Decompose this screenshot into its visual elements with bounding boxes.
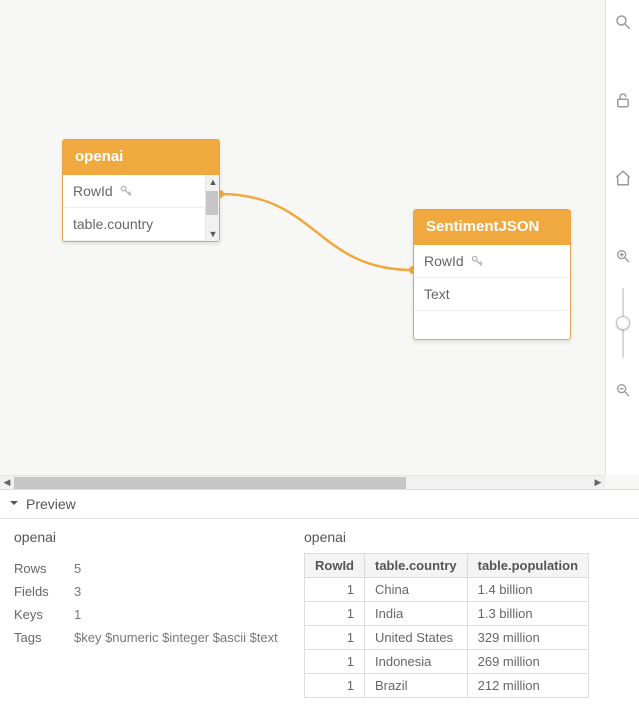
home-icon[interactable] bbox=[611, 166, 635, 190]
table-header-cell[interactable]: table.country bbox=[365, 554, 468, 578]
meta-value: 1 bbox=[74, 607, 81, 622]
meta-value: $key $numeric $integer $ascii $text bbox=[74, 630, 278, 645]
meta-row: Fields 3 bbox=[14, 580, 286, 603]
table-cell: Indonesia bbox=[365, 650, 468, 674]
table-cell: China bbox=[365, 578, 468, 602]
meta-label: Keys bbox=[14, 607, 56, 622]
table-header-cell[interactable]: table.population bbox=[467, 554, 588, 578]
node-field-rowid[interactable]: RowId bbox=[414, 245, 570, 278]
scroll-down-button[interactable]: ▼ bbox=[206, 227, 220, 241]
node-field-text[interactable]: Text bbox=[414, 278, 570, 311]
preview-data-title: openai bbox=[304, 529, 629, 545]
scroll-track[interactable] bbox=[14, 476, 591, 490]
scroll-left-button[interactable]: ◀ bbox=[0, 476, 14, 490]
scroll-thumb[interactable] bbox=[206, 191, 218, 215]
meta-label: Rows bbox=[14, 561, 56, 576]
table-header-cell[interactable]: RowId bbox=[305, 554, 365, 578]
preview-table: RowIdtable.countrytable.population 1Chin… bbox=[304, 553, 589, 698]
node-title: SentimentJSON bbox=[414, 210, 570, 245]
table-cell: 1.4 billion bbox=[467, 578, 588, 602]
table-cell: 1 bbox=[305, 578, 365, 602]
meta-row: Keys 1 bbox=[14, 603, 286, 626]
search-icon[interactable] bbox=[611, 10, 635, 34]
node-openai[interactable]: openai RowId table.country bbox=[62, 139, 220, 242]
preview-meta: openai Rows 5 Fields 3 Keys 1 Tags $key $numeri… bbox=[0, 519, 300, 721]
table-row[interactable]: 1Brazil212 million bbox=[305, 674, 589, 698]
scroll-thumb[interactable] bbox=[14, 477, 406, 489]
diagram-canvas[interactable]: openai RowId table.country bbox=[0, 0, 605, 475]
meta-value: 3 bbox=[74, 584, 81, 599]
table-cell: 1 bbox=[305, 626, 365, 650]
unlock-icon[interactable] bbox=[611, 88, 635, 112]
table-cell: 1 bbox=[305, 650, 365, 674]
meta-row: Tags $key $numeric $integer $ascii $text bbox=[14, 626, 286, 649]
field-label: Text bbox=[424, 286, 450, 302]
node-padding bbox=[414, 311, 570, 339]
preview-data: openai RowIdtable.countrytable.populatio… bbox=[300, 519, 639, 721]
table-cell: 1 bbox=[305, 674, 365, 698]
table-cell: 1.3 billion bbox=[467, 602, 588, 626]
preview-panel: Preview openai Rows 5 Fields 3 Keys 1 Tags $key… bbox=[0, 490, 639, 721]
field-label: RowId bbox=[73, 183, 113, 199]
scroll-right-button[interactable]: ▶ bbox=[591, 476, 605, 490]
chevron-down-icon bbox=[8, 496, 20, 512]
zoom-in-icon[interactable] bbox=[611, 244, 635, 268]
node-link bbox=[220, 194, 413, 270]
meta-label: Fields bbox=[14, 584, 56, 599]
field-label: table.country bbox=[73, 216, 153, 232]
node-fields: RowId Text bbox=[414, 245, 570, 339]
zoom-slider-thumb[interactable] bbox=[616, 316, 630, 330]
table-cell: 329 million bbox=[467, 626, 588, 650]
key-icon bbox=[470, 254, 484, 268]
field-label: RowId bbox=[424, 253, 464, 269]
right-toolbar bbox=[605, 0, 639, 475]
table-row[interactable]: 1United States329 million bbox=[305, 626, 589, 650]
node-sentimentjson[interactable]: SentimentJSON RowId Text bbox=[413, 209, 571, 340]
table-row[interactable]: 1Indonesia269 million bbox=[305, 650, 589, 674]
table-cell: India bbox=[365, 602, 468, 626]
zoom-out-icon[interactable] bbox=[611, 378, 635, 402]
node-title: openai bbox=[63, 140, 219, 175]
node-fields: RowId table.country ▲ ▼ bbox=[63, 175, 219, 241]
preview-toggle[interactable]: Preview bbox=[0, 490, 639, 519]
table-row[interactable]: 1India1.3 billion bbox=[305, 602, 589, 626]
table-cell: Brazil bbox=[365, 674, 468, 698]
zoom-slider[interactable] bbox=[622, 288, 624, 358]
node-field-country[interactable]: table.country bbox=[63, 208, 219, 241]
scroll-up-button[interactable]: ▲ bbox=[206, 175, 220, 189]
diagram-canvas-container: openai RowId table.country bbox=[0, 0, 639, 490]
meta-label: Tags bbox=[14, 630, 56, 645]
node-field-rowid[interactable]: RowId bbox=[63, 175, 219, 208]
preview-header-label: Preview bbox=[26, 496, 76, 512]
table-row[interactable]: 1China1.4 billion bbox=[305, 578, 589, 602]
key-icon bbox=[119, 184, 133, 198]
table-cell: 269 million bbox=[467, 650, 588, 674]
table-cell: United States bbox=[365, 626, 468, 650]
meta-row: Rows 5 bbox=[14, 557, 286, 580]
node-scrollbar[interactable]: ▲ ▼ bbox=[205, 175, 219, 241]
meta-value: 5 bbox=[74, 561, 81, 576]
table-cell: 1 bbox=[305, 602, 365, 626]
preview-meta-title: openai bbox=[14, 529, 286, 545]
canvas-horizontal-scrollbar[interactable]: ◀ ▶ bbox=[0, 475, 605, 489]
table-cell: 212 million bbox=[467, 674, 588, 698]
table-header-row: RowIdtable.countrytable.population bbox=[305, 554, 589, 578]
